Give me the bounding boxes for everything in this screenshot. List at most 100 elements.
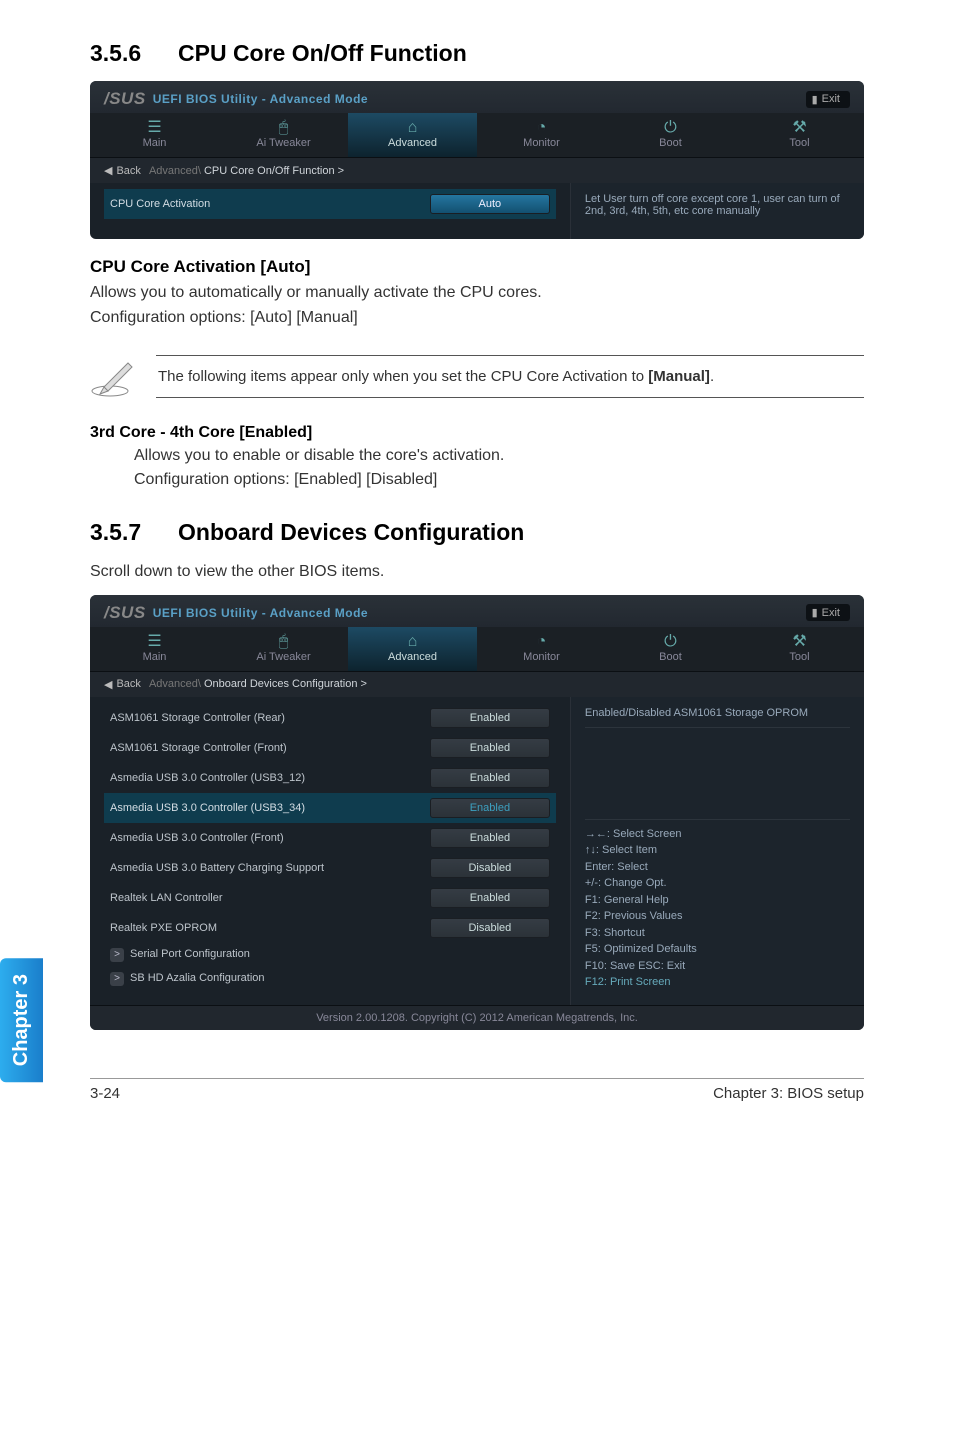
mouse-icon: 🖱	[219, 633, 348, 651]
tab-tool[interactable]: ⚒Tool	[735, 113, 864, 157]
breadcrumb-text: Advanced\ Onboard Devices Configuration …	[149, 678, 367, 690]
setting-row[interactable]: Asmedia USB 3.0 Battery Charging Support…	[104, 853, 556, 883]
chip-icon: ⌂	[348, 633, 477, 651]
back-button[interactable]: ◀Back	[104, 164, 141, 177]
tab-advanced[interactable]: ⌂Advanced	[348, 627, 477, 671]
back-button[interactable]: ◀Back	[104, 678, 141, 691]
breadcrumb-text: Advanced\ CPU Core On/Off Function >	[149, 165, 344, 177]
setting-row[interactable]: Asmedia USB 3.0 Controller (USB3_12)Enab…	[104, 763, 556, 793]
setting-row[interactable]: ASM1061 Storage Controller (Rear) Enabled	[104, 703, 556, 733]
setting-label: ASM1061 Storage Controller (Front)	[110, 742, 287, 754]
section-heading-1: 3.5.6CPU Core On/Off Function	[90, 40, 864, 67]
setting-value[interactable]: Auto	[430, 194, 550, 214]
tab-boot[interactable]: ⏻Boot	[606, 627, 735, 671]
note-text: The following items appear only when you…	[156, 355, 864, 398]
help-key-line: F2: Previous Values	[585, 908, 850, 925]
bios-header: /SUS UEFI BIOS Utility - Advanced Mode ▮…	[90, 595, 864, 627]
help-key-line: +/-: Change Opt.	[585, 875, 850, 892]
tab-advanced[interactable]: ⌂Advanced	[348, 113, 477, 157]
bios-brand: /SUS UEFI BIOS Utility - Advanced Mode	[104, 89, 368, 109]
setting-label: Serial Port Configuration	[130, 948, 250, 960]
setting-row[interactable]: Asmedia USB 3.0 Controller (Front) Enable…	[104, 823, 556, 853]
help-key-line: F5: Optimized Defaults	[585, 941, 850, 958]
section-title-text: Onboard Devices Configuration	[178, 519, 524, 545]
option-desc: Allows you to automatically or manually …	[90, 281, 864, 304]
section-title-text: CPU Core On/Off Function	[178, 40, 467, 66]
power-icon: ⏻	[606, 119, 735, 137]
setting-value[interactable]: Disabled	[430, 918, 550, 938]
help-text: Enabled/Disabled ASM1061 Storage OPROM	[585, 707, 850, 728]
bios-version-footer: Version 2.00.1208. Copyright (C) 2012 Am…	[90, 1005, 864, 1030]
tab-ai-tweaker[interactable]: 🖱Ai Tweaker	[219, 627, 348, 671]
tool-icon: ⚒	[735, 633, 864, 651]
page-footer: 3-24 Chapter 3: BIOS setup	[90, 1078, 864, 1102]
chevron-right-icon: >	[110, 972, 124, 986]
help-key-line: F1: General Help	[585, 892, 850, 909]
help-key-line: Enter: Select	[585, 859, 850, 876]
section-number: 3.5.6	[90, 40, 178, 67]
help-key-line: →←: Select Screen	[585, 826, 850, 843]
bios-screenshot-1: /SUS UEFI BIOS Utility - Advanced Mode ▮…	[90, 81, 864, 239]
bios-header: /SUS UEFI BIOS Utility - Advanced Mode ▮…	[90, 81, 864, 113]
setting-value[interactable]: Enabled	[430, 888, 550, 908]
setting-nav-row[interactable]: > Serial Port Configuration	[104, 943, 556, 967]
tab-main[interactable]: ☰Main	[90, 113, 219, 157]
help-keys: →←: Select Screen↑↓: Select ItemEnter: S…	[585, 819, 850, 991]
note-pencil-icon	[90, 351, 136, 402]
bios-screenshot-2: /SUS UEFI BIOS Utility - Advanced Mode ▮…	[90, 595, 864, 1030]
page-number: 3-24	[90, 1085, 120, 1102]
bios-tabs: ☰Main 🖱Ai Tweaker ⌂Advanced ◔Monitor ⏻Bo…	[90, 627, 864, 672]
mouse-icon: 🖱	[219, 119, 348, 137]
setting-value[interactable]: Enabled	[430, 768, 550, 788]
tab-monitor[interactable]: ◔Monitor	[477, 113, 606, 157]
back-arrow-icon: ◀	[104, 164, 112, 177]
tab-boot[interactable]: ⏻Boot	[606, 113, 735, 157]
tab-ai-tweaker[interactable]: 🖱Ai Tweaker	[219, 113, 348, 157]
tool-icon: ⚒	[735, 119, 864, 137]
back-arrow-icon: ◀	[104, 678, 112, 691]
asus-logo: /SUS	[104, 89, 146, 109]
exit-button[interactable]: ▮ Exit	[806, 604, 850, 621]
power-icon: ⏻	[606, 633, 735, 651]
bios-breadcrumb: ◀Back Advanced\ Onboard Devices Configur…	[90, 672, 864, 697]
section-desc: Scroll down to view the other BIOS items…	[90, 560, 864, 583]
list-icon: ☰	[90, 119, 219, 137]
chevron-right-icon: >	[110, 948, 124, 962]
setting-row[interactable]: Asmedia USB 3.0 Controller (USB3_34) Enab…	[104, 793, 556, 823]
setting-cpu-core-activation[interactable]: CPU Core Activation Auto	[104, 189, 556, 219]
option-config: Configuration options: [Auto] [Manual]	[90, 306, 864, 329]
chapter-tab: Chapter 3	[0, 958, 43, 1082]
setting-nav-row[interactable]: >SB HD Azalia Configuration	[104, 967, 556, 991]
setting-row[interactable]: Realtek PXE OPROM Disabled	[104, 913, 556, 943]
tab-main[interactable]: ☰Main	[90, 627, 219, 671]
gauge-icon: ◔	[477, 119, 606, 137]
tab-tool[interactable]: ⚒Tool	[735, 627, 864, 671]
section-number: 3.5.7	[90, 519, 178, 546]
setting-label: CPU Core Activation	[110, 198, 210, 210]
setting-label: Asmedia USB 3.0 Battery Charging Support	[110, 862, 324, 874]
setting-value[interactable]: Disabled	[430, 858, 550, 878]
section-heading-2: 3.5.7Onboard Devices Configuration	[90, 519, 864, 546]
bios-brand: /SUS UEFI BIOS Utility - Advanced Mode	[104, 603, 368, 623]
gauge-icon: ◔	[477, 633, 606, 651]
asus-logo: /SUS	[104, 603, 146, 623]
setting-row[interactable]: Realtek LAN ControllerEnabled	[104, 883, 556, 913]
setting-label: Asmedia USB 3.0 Controller (Front)	[110, 832, 284, 844]
setting-label: ASM1061 Storage Controller (Rear)	[110, 712, 285, 724]
setting-row[interactable]: ASM1061 Storage Controller (Front) Enable…	[104, 733, 556, 763]
exit-button[interactable]: ▮ Exit	[806, 91, 850, 108]
help-text: Let User turn off core except core 1, us…	[585, 193, 850, 225]
exit-icon: ▮	[812, 606, 818, 619]
setting-value[interactable]: Enabled	[430, 738, 550, 758]
setting-label: Asmedia USB 3.0 Controller (USB3_34)	[110, 802, 305, 814]
setting-value[interactable]: Enabled	[430, 828, 550, 848]
setting-value[interactable]: Enabled	[430, 708, 550, 728]
option-heading: CPU Core Activation [Auto]	[90, 257, 864, 277]
setting-value[interactable]: Enabled	[430, 798, 550, 818]
note-callout: The following items appear only when you…	[90, 351, 864, 402]
help-key-line: F3: Shortcut	[585, 925, 850, 942]
sub-option-body: Allows you to enable or disable the core…	[134, 444, 864, 490]
tab-monitor[interactable]: ◔Monitor	[477, 627, 606, 671]
sub-option-heading: 3rd Core - 4th Core [Enabled]	[90, 424, 864, 442]
setting-label: Realtek PXE OPROM	[110, 922, 217, 934]
